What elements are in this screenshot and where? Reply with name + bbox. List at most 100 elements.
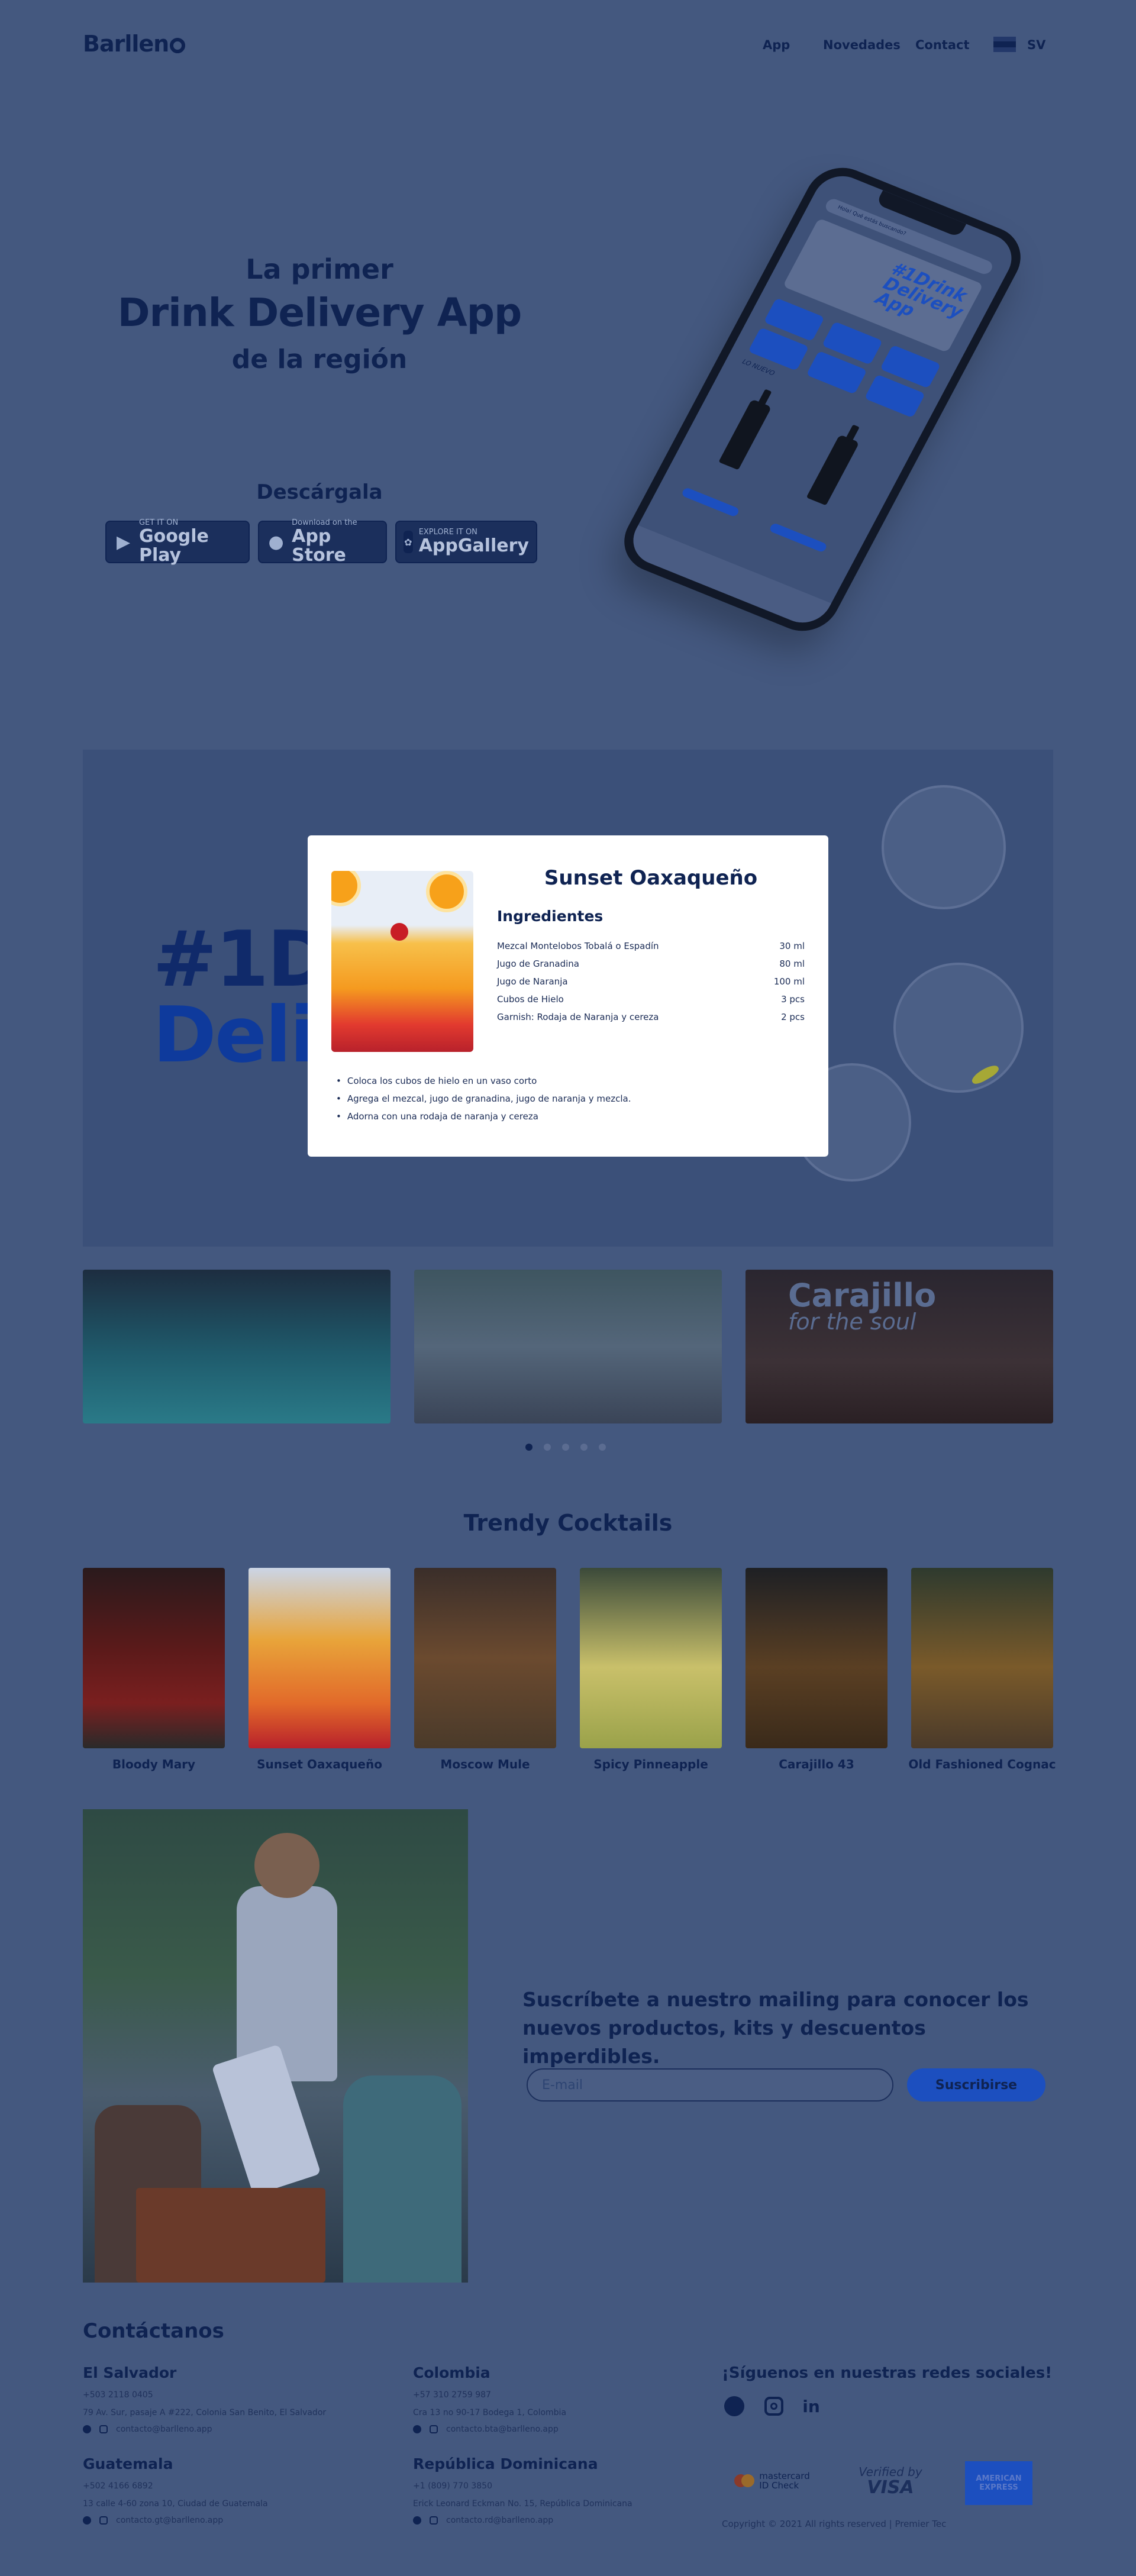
ingredient-qty: 80 ml	[779, 958, 805, 969]
slide-thumbnail-3[interactable]: Carajillo for the soul	[746, 1270, 1053, 1423]
country-code[interactable]: SV	[1027, 38, 1045, 52]
slider-dot-1[interactable]	[525, 1444, 532, 1451]
instagram-icon[interactable]	[763, 2395, 785, 2417]
cocktail-name[interactable]: Carajillo 43	[734, 1757, 899, 1771]
facebook-icon[interactable]	[83, 2516, 91, 2525]
slider-dot-5[interactable]	[599, 1444, 606, 1451]
linkedin-icon[interactable]: in	[800, 2395, 822, 2417]
ingredient-name: Cubos de Hielo	[497, 994, 564, 1005]
phone-promo-text: #1Drink Delivery App	[872, 259, 970, 323]
contact-links: contacto.rd@barlleno.app	[413, 2516, 553, 2525]
country-email[interactable]: contacto@barlleno.app	[116, 2425, 212, 2434]
facebook-icon[interactable]	[413, 2425, 421, 2433]
country-phone[interactable]: +57 310 2759 987	[413, 2390, 491, 2400]
ingredient-qty: 100 ml	[773, 976, 805, 987]
badge-big-text: Google Play	[138, 526, 209, 566]
nav-novedades[interactable]: Novedades	[823, 38, 901, 52]
ingredient-name: Jugo de Naranja	[497, 976, 568, 987]
facebook-icon[interactable]	[413, 2516, 421, 2525]
country-email[interactable]: contacto.rd@barlleno.app	[446, 2516, 553, 2525]
slider-dot-2[interactable]	[544, 1444, 551, 1451]
phone-mockup: Hola! Qué estás buscando? #1Drink Delive…	[612, 151, 1041, 642]
country-address: Cra 13 no 90-17 Bodega 1, Colombia	[413, 2408, 567, 2417]
payment-text: EXPRESS	[979, 2483, 1018, 2492]
ingredient-row: Cubos de Hielo 3 pcs	[497, 994, 805, 1012]
huawei-icon: ✿	[404, 531, 413, 553]
cocktail-name[interactable]: Bloody Mary	[71, 1757, 237, 1771]
ingredient-row: Jugo de Granadina 80 ml	[497, 958, 805, 976]
download-label: Descárgala	[256, 480, 383, 504]
amex-badge: AMERICAN EXPRESS	[965, 2461, 1032, 2505]
country-email[interactable]: contacto.bta@barlleno.app	[446, 2425, 559, 2434]
country-name: Guatemala	[83, 2455, 173, 2472]
recipe-image	[331, 871, 473, 1052]
payment-text: ID Check	[759, 2480, 799, 2491]
instagram-icon[interactable]	[430, 2516, 438, 2525]
app-store-badge[interactable]: ● Download on the App Store	[258, 519, 387, 565]
cocktail-name[interactable]: Old Fashioned Cognac	[899, 1757, 1065, 1771]
ingredient-qty: 30 ml	[779, 941, 805, 951]
cocktail-name[interactable]: Moscow Mule	[402, 1757, 568, 1771]
country-flag-icon[interactable]	[993, 37, 1016, 52]
contact-links: contacto.bta@barlleno.app	[413, 2425, 559, 2434]
recipe-step: Adorna con una rodaja de naranja y cerez…	[336, 1111, 538, 1122]
social-title: ¡Síguenos en nuestras redes sociales!	[722, 2364, 1053, 2382]
thumb-title: Carajillo	[788, 1277, 937, 1314]
slide-thumbnail-1[interactable]	[83, 1270, 390, 1423]
logo[interactable]: Barllen	[83, 31, 186, 57]
facebook-icon[interactable]	[723, 2395, 746, 2417]
nav-app[interactable]: App	[763, 38, 790, 52]
cocktail-card-old-fashioned-cognac[interactable]	[911, 1568, 1053, 1748]
payment-text: VISA	[867, 2477, 914, 2498]
person-figure	[343, 2075, 462, 2283]
cocktail-name[interactable]: Spicy Pinneapple	[568, 1757, 734, 1771]
cocktail-card-carajillo-43[interactable]	[746, 1568, 888, 1748]
cocktail-name[interactable]: Sunset Oaxaqueño	[237, 1757, 402, 1771]
appgallery-badge[interactable]: ✿ EXPLORE IT ON AppGallery	[395, 521, 537, 563]
google-play-icon: ▶	[116, 531, 131, 553]
facebook-icon[interactable]	[83, 2425, 91, 2433]
banner-text-line2: Deli	[153, 990, 316, 1080]
country-name: El Salvador	[83, 2364, 177, 2381]
orange-slice	[331, 871, 361, 906]
contact-links: contacto@barlleno.app	[83, 2425, 212, 2434]
slider-dot-4[interactable]	[580, 1444, 588, 1451]
contact-links: contacto.gt@barlleno.app	[83, 2516, 223, 2525]
country-phone[interactable]: +503 2118 0405	[83, 2390, 153, 2400]
phone-frame: Hola! Qué estás buscando? #1Drink Delive…	[612, 157, 1033, 641]
instagram-icon[interactable]	[99, 2425, 108, 2433]
subscribe-button[interactable]: Suscribirse	[907, 2068, 1045, 2102]
person-figure	[237, 1886, 337, 2081]
ingredient-row: Garnish: Rodaja de Naranja y cereza 2 pcs	[497, 1012, 805, 1029]
nav-contact[interactable]: Contact	[915, 38, 970, 52]
country-phone[interactable]: +502 4166 6892	[83, 2481, 153, 2491]
ingredient-row: Mezcal Montelobos Tobalá o Espadín 30 ml	[497, 941, 805, 958]
cocktail-card-bloody-mary[interactable]	[83, 1568, 225, 1748]
person-head	[254, 1833, 320, 1898]
recipe-step: Agrega el mezcal, jugo de granadina, jug…	[336, 1093, 631, 1104]
country-email[interactable]: contacto.gt@barlleno.app	[116, 2516, 223, 2525]
phone-screen: Hola! Qué estás buscando? #1Drink Delive…	[624, 168, 1021, 631]
thumb-subtitle: for the soul	[788, 1309, 916, 1335]
ingredient-qty: 2 pcs	[781, 1012, 805, 1022]
phone-bottle	[806, 434, 860, 506]
email-input[interactable]: E-mail	[527, 2068, 893, 2102]
badge-big-text: AppGallery	[418, 535, 529, 556]
recipe-title: Sunset Oaxaqueño	[544, 866, 758, 890]
cocktail-card-moscow-mule[interactable]	[414, 1568, 556, 1748]
ingredient-name: Garnish: Rodaja de Naranja y cereza	[497, 1012, 659, 1022]
slider-dot-3[interactable]	[562, 1444, 569, 1451]
instagram-icon[interactable]	[430, 2425, 438, 2433]
bottles-image	[136, 2188, 325, 2283]
phone-add-button	[768, 522, 828, 553]
visa-badge: Verified by VISA	[840, 2457, 941, 2504]
cocktail-card-spicy-pinneapple[interactable]	[580, 1568, 722, 1748]
google-play-badge[interactable]: ▶ GET IT ON Google Play	[105, 519, 250, 566]
instagram-icon[interactable]	[99, 2516, 108, 2525]
country-phone[interactable]: +1 (809) 770 3850	[413, 2481, 492, 2491]
ingredient-name: Jugo de Granadina	[497, 958, 579, 969]
cocktail-card-sunset-oaxaqueno[interactable]	[248, 1568, 390, 1748]
slide-thumbnail-2[interactable]	[414, 1270, 722, 1423]
hero-subtitle-bottom: de la región	[231, 344, 408, 375]
country-address: 13 calle 4-60 zona 10, Ciudad de Guatema…	[83, 2499, 268, 2509]
